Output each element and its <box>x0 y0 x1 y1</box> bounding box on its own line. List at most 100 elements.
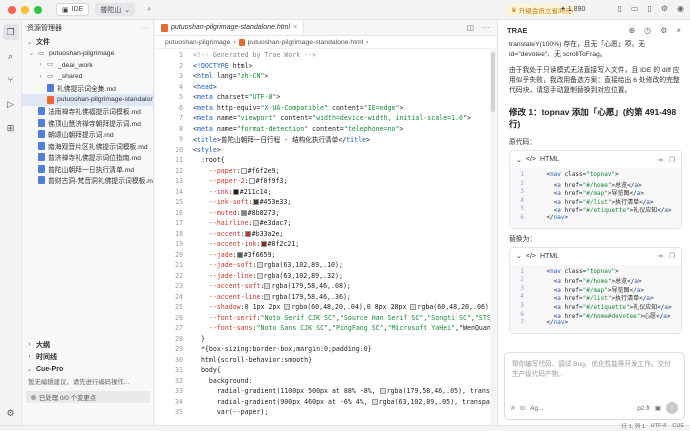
code-text: --shadow:0 1px 2px rgba(60,48,20,.04),0 … <box>208 303 493 312</box>
more-actions-icon[interactable]: ··· <box>482 23 490 32</box>
tree-item[interactable]: 朝颂山朝拜提示词.md <box>22 129 153 141</box>
close-icon[interactable]: × <box>293 24 297 31</box>
status-bar: 行 1, 列 1 UTF-8 CUE <box>0 422 690 431</box>
copy-icon[interactable]: ❐ <box>669 156 675 164</box>
line-number: 2 <box>179 61 183 70</box>
cue-section-header[interactable]: ⌄ Cue-Pro <box>22 363 153 375</box>
tree-item[interactable]: › ▭ _shared <box>22 71 153 83</box>
new-chat-icon[interactable]: ⊕ <box>628 26 635 35</box>
tree-item-label: 朝颂山朝拜提示词.md <box>48 132 114 140</box>
maximize-window-button[interactable] <box>34 5 42 14</box>
message-text: translateY(100%) 存在，且无「心愿」项，无 id="devote… <box>509 41 645 58</box>
layout-bottom-icon[interactable]: ▭ <box>631 4 639 13</box>
ide-icon: ▣ <box>62 6 69 14</box>
settings-gear-icon[interactable]: ⚙ <box>661 4 668 13</box>
tree-item-label: _deai_work <box>58 61 93 69</box>
extensions-icon[interactable]: ⊞ <box>3 120 19 136</box>
breadcrumb-folder[interactable]: putuoshan-pilgrimage <box>165 39 230 46</box>
chevron-right-icon: › <box>39 73 42 80</box>
tree-item[interactable]: ⌄ ▭ putuoshan-pilgrimage <box>22 48 153 60</box>
line-number: 28 <box>175 334 183 343</box>
layout-left-icon[interactable]: ▯ <box>617 4 621 13</box>
image-icon[interactable]: ▣ <box>655 404 661 412</box>
history-icon[interactable]: ◷ <box>644 26 651 35</box>
more-options-icon[interactable]: ··· <box>141 25 148 32</box>
tab-standalone-html[interactable]: putuoshan-pilgrimage-standalone.html × <box>155 20 305 35</box>
code-line: 21 --jade-soft: rgba(63,102,89,.10); <box>155 260 496 271</box>
insert-icon[interactable]: ⇥ <box>657 252 663 260</box>
send-button[interactable]: ↑ <box>666 402 678 414</box>
tree-item-label: 佛顶山慧济禅寺朝拜提示词.md <box>48 120 141 128</box>
code-text: --font-serif:"Noto Serif CJK SC","Source… <box>208 313 496 322</box>
code-view[interactable]: 1 <!-- Generated by Trae Work --> 2 <!DOCTY… <box>155 50 496 425</box>
explorer-icon[interactable]: ❐ <box>2 24 19 40</box>
insert-icon[interactable]: ⇥ <box>657 156 663 164</box>
code-text: body{ <box>193 366 221 375</box>
split-editor-icon[interactable]: ◫ <box>466 23 474 32</box>
code-line: 34 radial-gradient(900px 460px at -6% 4%… <box>155 397 496 408</box>
stars-badge[interactable]: ✦ 1,890 <box>560 5 585 14</box>
tree-item[interactable]: 南海观音片区礼佛提示词模板.md <box>22 140 153 152</box>
tree-item[interactable]: › ▭ _deai_work <box>22 60 153 72</box>
tree-item[interactable]: 普财古洞-梵音洞礼佛提示词模板.md <box>22 175 153 187</box>
close-window-button[interactable] <box>8 5 16 14</box>
tree-item[interactable]: 法雨禅寺礼佛福提示词模板.md <box>22 106 153 118</box>
code-line: 11 :root{ <box>155 155 496 166</box>
layout-right-icon[interactable]: ▯ <box>647 4 651 13</box>
line-number: 13 <box>175 177 183 186</box>
tree-item[interactable]: 普济禅寺礼佛提示词位指南.md <box>22 152 153 164</box>
line-number: 11 <box>175 156 183 165</box>
message-text-2: 由于我处于只读模式无法直接写入文件，且 IDE 的 diff 应用似乎失败，我改… <box>509 67 680 94</box>
search-activity-icon[interactable]: ⌕ <box>3 48 19 64</box>
source-control-icon[interactable]: ⑂ <box>3 72 19 88</box>
language-mode[interactable]: CUE <box>672 423 684 429</box>
run-debug-icon[interactable]: ▷ <box>3 96 19 112</box>
code-text: <meta http-equiv="X-UA-Compatible" conte… <box>193 103 404 112</box>
cursor-position[interactable]: 行 1, 列 1 <box>622 422 645 430</box>
scrollbar-thumb[interactable] <box>491 52 495 112</box>
code-text: <style> <box>193 145 221 154</box>
code-line: 18 --accent: #b33a2e; <box>155 229 496 240</box>
line-number: 7 <box>179 114 183 123</box>
agent-selector[interactable]: Ag... <box>530 405 543 412</box>
tree-item-label: putuoshan-pilgrimage <box>49 50 115 58</box>
breadcrumb-file[interactable]: putuoshan-pilgrimage-standalone.html <box>248 39 364 46</box>
encoding[interactable]: UTF-8 <box>651 423 667 429</box>
minimize-window-button[interactable] <box>21 5 29 14</box>
search-icon[interactable]: ⌕ <box>143 3 155 16</box>
tree-item[interactable]: putuoshan-pilgrimage-standalone.html <box>22 94 153 106</box>
tree-item[interactable]: 佛顶山慧济禅寺朝拜提示词.md <box>22 117 153 129</box>
copy-icon[interactable]: ❐ <box>669 252 675 260</box>
tree-item[interactable]: 礼佛提示词全集.md <box>22 83 153 95</box>
project-name: 普陀山 <box>100 6 122 14</box>
code-text: <meta name="format-detection" content="t… <box>193 124 404 133</box>
timeline-section-header[interactable]: › 时间线 <box>22 351 153 363</box>
model-selector[interactable]: p2.ft <box>637 405 650 412</box>
code-line: 10 <style> <box>155 145 496 156</box>
ide-mode-button[interactable]: ▣ IDE <box>56 3 90 16</box>
composer-placeholder[interactable]: 帮你编写代码、调试 Bug、优化性能等开发工作。交付生产级代码产物。 <box>505 353 684 379</box>
line-number: 5 <box>520 301 524 309</box>
files-section-header[interactable]: ⌄ 文件 <box>22 36 153 48</box>
editor-scrollbar[interactable] <box>490 50 496 425</box>
attach-icon[interactable]: # <box>511 405 515 412</box>
project-switcher[interactable]: 普陀山 ⌄ <box>95 3 136 16</box>
file-tree: ⌄ ▭ putuoshan-pilgrimage › ▭ _deai_work › ▭ _sha… <box>22 48 153 186</box>
manage-gear-icon[interactable]: ⚙ <box>3 405 19 421</box>
cue-label: Cue-Pro <box>36 365 64 373</box>
account-icon[interactable]: ◉ <box>677 4 684 13</box>
chevron-right-icon: › <box>28 354 31 360</box>
panel-settings-icon[interactable]: ⚙ <box>660 26 667 35</box>
code-line: 31 body{ <box>155 365 496 376</box>
chat-composer[interactable]: 帮你编写代码、调试 Bug、优化性能等开发工作。交付生产级代码产物。 # ⊙ A… <box>504 352 685 420</box>
timeline-label: 时间线 <box>36 354 57 361</box>
tree-item[interactable]: 普陀山朝拜一日执行清单.md <box>22 163 153 175</box>
chevron-down-icon[interactable]: ⌄ <box>516 156 522 164</box>
agent-icon[interactable]: ⊙ <box>520 404 525 412</box>
outline-section-header[interactable]: › 大纲 <box>22 339 153 351</box>
chevron-down-icon[interactable]: ⌄ <box>516 252 522 260</box>
code-text: --jade-soft: rgba(63,102,89,.10); <box>208 261 343 270</box>
close-icon[interactable]: × <box>676 26 681 35</box>
code-text: <a href="#/map">导览图</a> <box>532 190 644 198</box>
line-number: 32 <box>175 376 183 385</box>
